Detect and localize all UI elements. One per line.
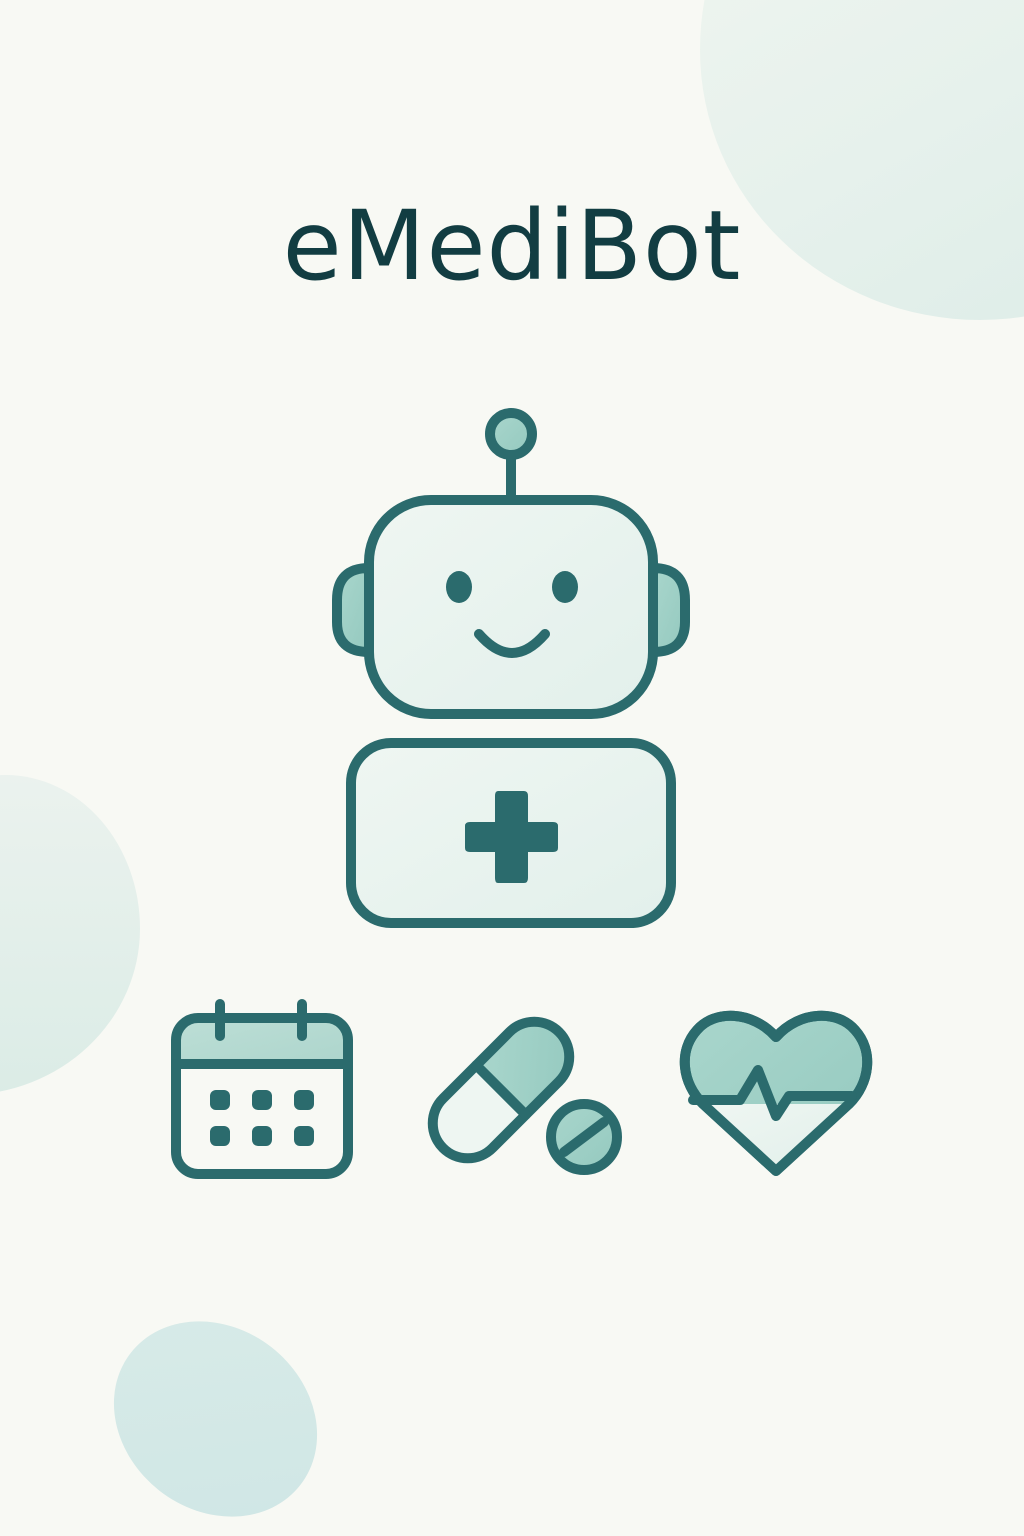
splash-screen: eMediBot bbox=[0, 0, 1024, 1536]
medical-robot-icon bbox=[332, 408, 690, 928]
robot-left-eye bbox=[446, 571, 472, 603]
pill-icon bbox=[427, 1016, 622, 1175]
robot-right-eye bbox=[552, 571, 578, 603]
calendar-day-dots bbox=[210, 1090, 314, 1146]
heart-pulse-icon bbox=[679, 1010, 873, 1176]
hero-illustration bbox=[171, 408, 873, 1179]
calendar-icon bbox=[171, 999, 353, 1179]
robot-head bbox=[364, 495, 658, 719]
robot-antenna-bulb bbox=[485, 408, 537, 460]
